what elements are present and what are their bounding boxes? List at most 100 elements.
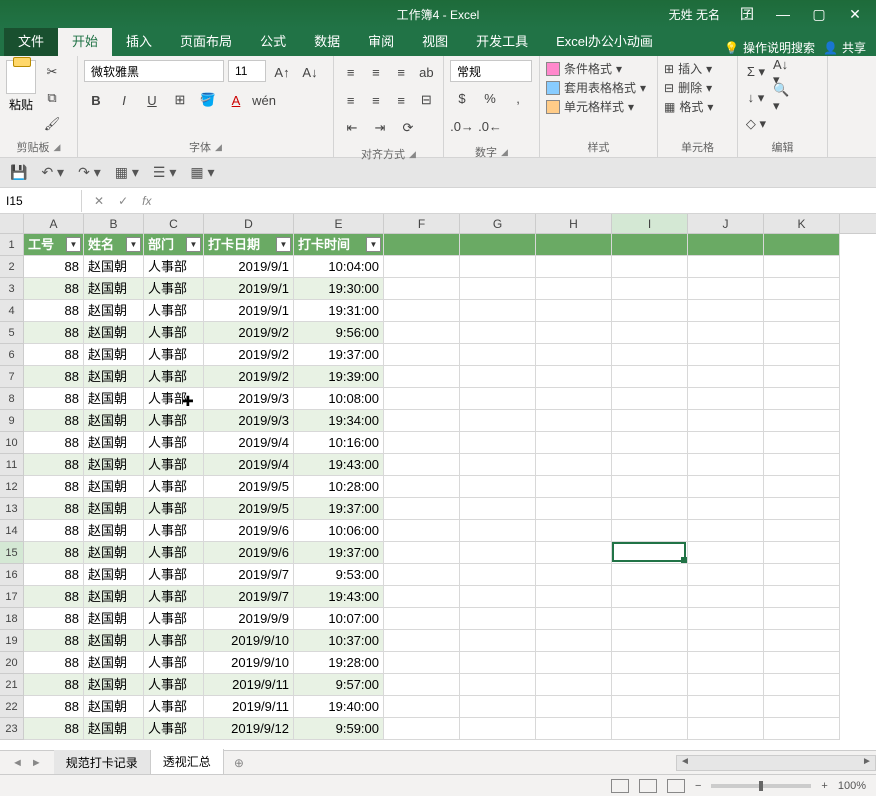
cell[interactable] (612, 432, 688, 454)
cell[interactable] (460, 542, 536, 564)
cell[interactable] (384, 432, 460, 454)
row-header-13[interactable]: 13 (0, 498, 24, 520)
cell[interactable]: 2019/9/11 (204, 696, 294, 718)
redo-icon[interactable]: ↷ ▾ (78, 164, 101, 181)
dialog-launcher-icon[interactable]: ◢ (409, 149, 416, 160)
cell[interactable]: 19:31:00 (294, 300, 384, 322)
cell[interactable]: 2019/9/2 (204, 366, 294, 388)
conditional-format-button[interactable]: 条件格式 ▾ (546, 60, 651, 77)
currency-icon[interactable]: $ (450, 86, 474, 110)
row-header-14[interactable]: 14 (0, 520, 24, 542)
maximize-icon[interactable]: ▢ (810, 6, 828, 23)
cell[interactable]: 2019/9/1 (204, 256, 294, 278)
tab-review[interactable]: 审阅 (354, 25, 408, 56)
cell[interactable] (536, 454, 612, 476)
cell[interactable] (612, 344, 688, 366)
cell[interactable]: 9:59:00 (294, 718, 384, 740)
cell[interactable] (688, 586, 764, 608)
cell[interactable] (384, 366, 460, 388)
cell[interactable]: 2019/9/11 (204, 674, 294, 696)
cell[interactable]: 88 (24, 366, 84, 388)
cell[interactable]: 赵国朝 (84, 564, 144, 586)
row-header-11[interactable]: 11 (0, 454, 24, 476)
minimize-icon[interactable]: — (774, 6, 792, 22)
cell[interactable] (536, 234, 612, 256)
cell[interactable] (384, 256, 460, 278)
bold-icon[interactable]: B (84, 88, 108, 112)
cell[interactable] (764, 674, 840, 696)
cell[interactable] (460, 674, 536, 696)
cell[interactable]: 9:53:00 (294, 564, 384, 586)
cell[interactable]: 19:37:00 (294, 542, 384, 564)
cell[interactable] (460, 652, 536, 674)
cell[interactable] (612, 542, 688, 564)
cell[interactable] (384, 542, 460, 564)
cell[interactable]: 88 (24, 520, 84, 542)
cell[interactable] (536, 366, 612, 388)
cell[interactable]: 88 (24, 410, 84, 432)
italic-icon[interactable]: I (112, 88, 136, 112)
cell[interactable] (536, 718, 612, 740)
cell[interactable]: 10:08:00 (294, 388, 384, 410)
cell[interactable] (688, 608, 764, 630)
cancel-icon[interactable]: ✕ (94, 194, 104, 208)
cell[interactable] (384, 300, 460, 322)
cell[interactable] (764, 476, 840, 498)
cell[interactable]: 人事部✚ (144, 388, 204, 410)
filter-dropdown-icon[interactable]: ▼ (366, 237, 381, 252)
cell[interactable] (384, 278, 460, 300)
font-name-select[interactable]: 微软雅黑 (84, 60, 224, 82)
autosum-icon[interactable]: Σ ▾ (744, 60, 768, 84)
cell[interactable] (536, 608, 612, 630)
clear-icon[interactable]: ◇ ▾ (744, 112, 768, 136)
sheet-tab-2[interactable]: 透视汇总 (151, 749, 224, 776)
underline-icon[interactable]: U (140, 88, 164, 112)
spreadsheet-grid[interactable]: 1工号▼姓名▼部门▼打卡日期▼打卡时间▼288赵国朝人事部2019/9/110:… (0, 234, 876, 740)
cell[interactable]: 2019/9/2 (204, 322, 294, 344)
sheet-nav-next-icon[interactable]: ► (31, 757, 42, 769)
cell[interactable] (384, 520, 460, 542)
cell[interactable]: 人事部 (144, 476, 204, 498)
cell[interactable] (688, 674, 764, 696)
cell[interactable] (612, 278, 688, 300)
select-all-corner[interactable] (0, 214, 24, 233)
cell[interactable] (764, 718, 840, 740)
cell[interactable] (460, 696, 536, 718)
cell[interactable]: 19:34:00 (294, 410, 384, 432)
share-button[interactable]: 👤共享 (823, 39, 866, 56)
zoom-slider[interactable] (711, 784, 811, 788)
zoom-in-icon[interactable]: + (821, 780, 827, 792)
cell[interactable] (460, 344, 536, 366)
cell[interactable] (612, 630, 688, 652)
cell[interactable]: 赵国朝 (84, 344, 144, 366)
cell[interactable] (764, 454, 840, 476)
col-header-G[interactable]: G (460, 214, 536, 233)
table-header[interactable]: 姓名▼ (84, 234, 144, 256)
cell[interactable]: 9:57:00 (294, 674, 384, 696)
cell[interactable]: 人事部 (144, 366, 204, 388)
cell[interactable] (764, 278, 840, 300)
cell[interactable] (460, 454, 536, 476)
cell[interactable] (612, 410, 688, 432)
cell[interactable]: 88 (24, 696, 84, 718)
cell[interactable]: 人事部 (144, 608, 204, 630)
cell[interactable]: 2019/9/4 (204, 454, 294, 476)
decrease-decimal-icon[interactable]: .0← (478, 114, 502, 138)
cell[interactable] (460, 388, 536, 410)
undo-icon[interactable]: ↶ ▾ (41, 164, 64, 181)
tell-me[interactable]: 💡操作说明搜索 (724, 39, 815, 56)
cell[interactable]: 88 (24, 542, 84, 564)
cell[interactable]: 88 (24, 630, 84, 652)
cell[interactable] (612, 586, 688, 608)
cell[interactable] (764, 498, 840, 520)
merge-center-icon[interactable]: ⊟ (416, 88, 437, 112)
cell[interactable]: 19:37:00 (294, 498, 384, 520)
row-header-21[interactable]: 21 (0, 674, 24, 696)
fx-icon[interactable]: fx (142, 194, 151, 208)
cell[interactable] (688, 520, 764, 542)
cell[interactable]: 19:43:00 (294, 586, 384, 608)
sheet-tab-1[interactable]: 规范打卡记录 (54, 750, 151, 775)
cut-icon[interactable]: ✂ (40, 60, 64, 84)
qat-new-icon[interactable]: ▦ ▾ (115, 164, 139, 181)
cell[interactable] (536, 278, 612, 300)
